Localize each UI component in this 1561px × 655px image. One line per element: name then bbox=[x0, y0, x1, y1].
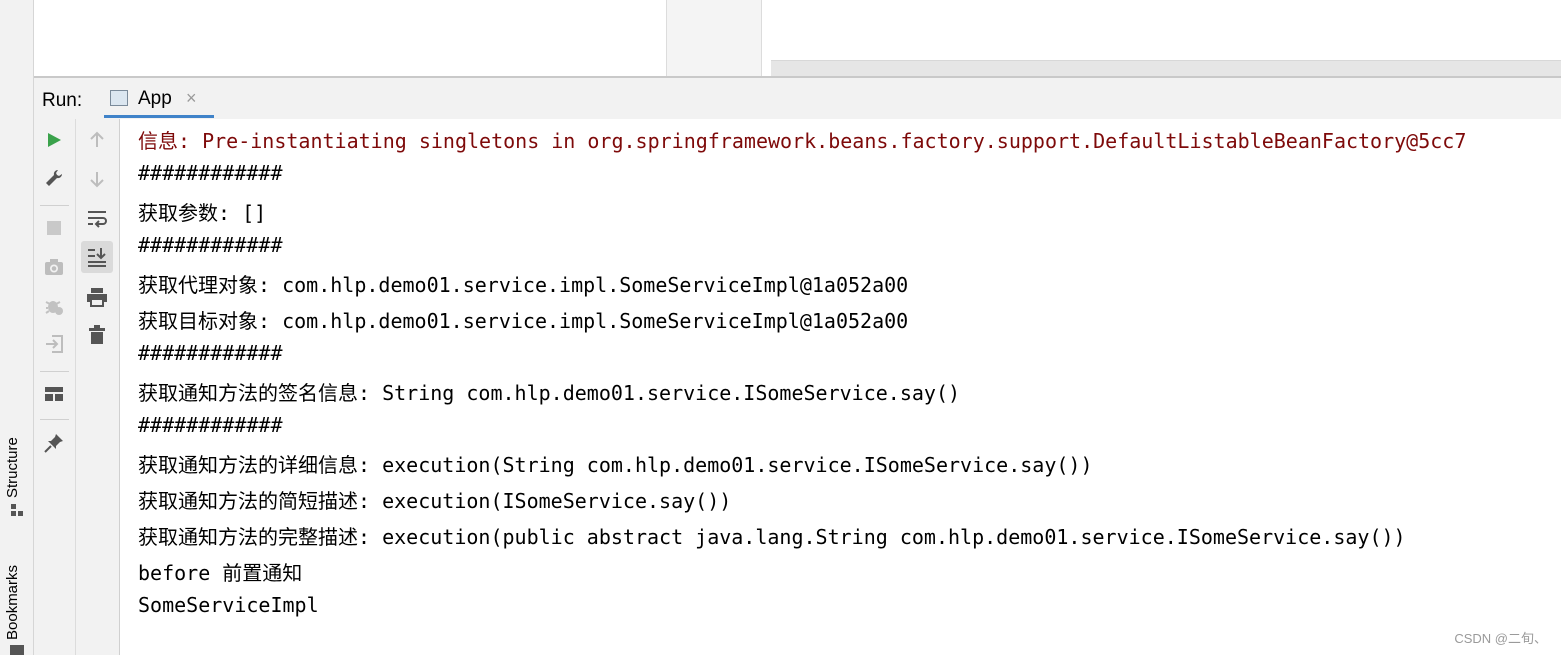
run-toolbar-primary bbox=[34, 119, 76, 655]
pin-tab-button[interactable] bbox=[41, 430, 67, 456]
exit-button[interactable] bbox=[41, 331, 67, 357]
clear-all-button[interactable] bbox=[84, 322, 110, 348]
toolbar-separator bbox=[40, 205, 69, 206]
console-line: before 前置通知 bbox=[138, 561, 303, 585]
run-icon bbox=[48, 133, 61, 147]
print-icon bbox=[87, 288, 107, 307]
soft-wrap-button[interactable] bbox=[84, 206, 110, 232]
layout-button[interactable] bbox=[41, 381, 67, 407]
previous-occurrence-button[interactable] bbox=[84, 127, 110, 153]
pin-icon bbox=[44, 434, 63, 453]
bookmark-icon bbox=[10, 645, 24, 655]
app-window-icon bbox=[110, 90, 128, 106]
toolbar-separator bbox=[40, 371, 69, 372]
exit-icon bbox=[46, 335, 63, 353]
console-line: 获取通知方法的签名信息: String com.hlp.demo01.servi… bbox=[138, 381, 961, 405]
close-icon[interactable]: × bbox=[186, 88, 197, 109]
console-line: 获取通知方法的简短描述: execution(ISomeService.say(… bbox=[138, 489, 732, 513]
scroll-to-end-icon bbox=[88, 248, 106, 267]
run-toolbar-secondary bbox=[76, 119, 120, 655]
console-line: 获取通知方法的完整描述: execution(public abstract j… bbox=[138, 525, 1406, 549]
console-line: SomeServiceImpl bbox=[138, 593, 319, 617]
wrench-icon bbox=[46, 169, 63, 186]
console-line: 获取参数: [] bbox=[138, 201, 267, 225]
console-line: ############ bbox=[138, 233, 283, 257]
arrow-down-icon bbox=[90, 172, 104, 188]
next-occurrence-button[interactable] bbox=[84, 166, 110, 192]
debug-icon bbox=[45, 301, 63, 315]
console-output[interactable]: 信息: Pre-instantiating singletons in org.… bbox=[120, 119, 1561, 655]
print-button[interactable] bbox=[84, 284, 110, 310]
trash-icon bbox=[89, 325, 105, 344]
camera-icon bbox=[45, 259, 63, 275]
bookmarks-tab[interactable]: Bookmarks bbox=[0, 545, 33, 655]
stop-icon bbox=[47, 221, 61, 235]
console-line: ############ bbox=[138, 161, 283, 185]
run-tool-header: Run: App × bbox=[34, 76, 1561, 121]
structure-tab[interactable]: Structure bbox=[0, 420, 33, 520]
console-line: 获取目标对象: com.hlp.demo01.service.impl.Some… bbox=[138, 309, 909, 333]
arrow-up-icon bbox=[90, 131, 104, 147]
toolbar-separator bbox=[40, 419, 69, 420]
soft-wrap-icon bbox=[88, 211, 107, 228]
debug-button[interactable] bbox=[41, 293, 67, 319]
run-button[interactable] bbox=[41, 127, 67, 153]
structure-tab-label: Structure bbox=[4, 437, 21, 498]
console-line: ############ bbox=[138, 413, 283, 437]
scroll-to-end-button[interactable] bbox=[81, 241, 113, 273]
watermark: CSDN @二旬、 bbox=[1454, 631, 1547, 646]
horizontal-scrollbar[interactable] bbox=[771, 60, 1561, 76]
run-label: Run: bbox=[42, 90, 83, 111]
editor-gutter bbox=[666, 0, 762, 76]
stop-button[interactable] bbox=[41, 215, 67, 241]
console-line: 获取代理对象: com.hlp.demo01.service.impl.Some… bbox=[138, 273, 909, 297]
console-line: 信息: Pre-instantiating singletons in org.… bbox=[138, 129, 1467, 153]
console-line: ############ bbox=[138, 341, 283, 365]
settings-button[interactable] bbox=[41, 165, 67, 191]
structure-icon bbox=[11, 504, 23, 516]
bookmarks-tab-label: Bookmarks bbox=[4, 564, 21, 640]
console-line: 获取通知方法的详细信息: execution(String com.hlp.de… bbox=[138, 453, 1093, 477]
active-tab-indicator bbox=[104, 115, 214, 118]
tab-app-label: App bbox=[138, 88, 172, 109]
left-tool-strip: Structure Bookmarks bbox=[0, 0, 34, 655]
dump-threads-button[interactable] bbox=[41, 254, 67, 280]
layout-icon bbox=[45, 387, 63, 401]
tab-app[interactable]: App × bbox=[104, 78, 214, 118]
